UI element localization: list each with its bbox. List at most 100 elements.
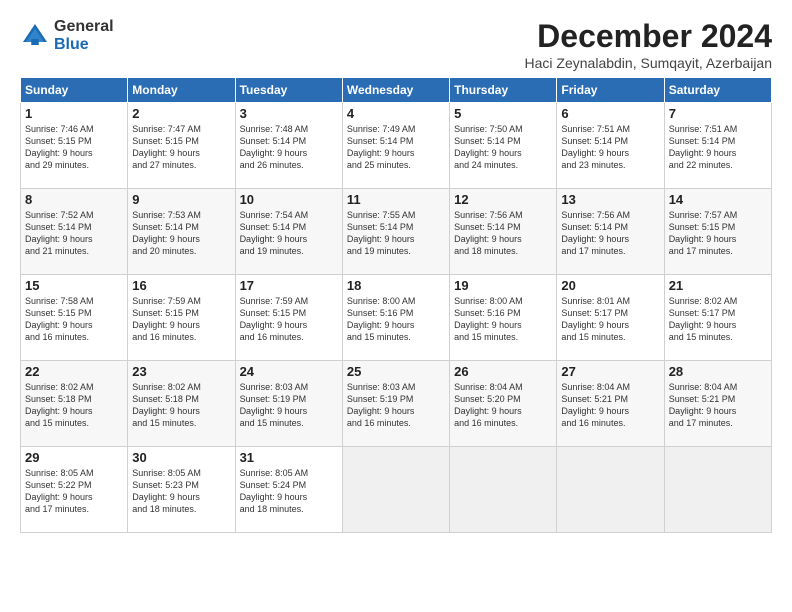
calendar-cell: 30Sunrise: 8:05 AM Sunset: 5:23 PM Dayli… — [128, 447, 235, 533]
day-info: Sunrise: 7:56 AM Sunset: 5:14 PM Dayligh… — [561, 209, 659, 258]
calendar-cell: 7 Sunrise: 7:51 AM Sunset: 5:14 PM Daylig… — [664, 103, 771, 189]
day-info: Sunrise: 8:02 AM Sunset: 5:18 PM Dayligh… — [25, 381, 123, 430]
header: General Blue December 2024 Haci Zeynalab… — [20, 18, 772, 71]
calendar-cell: 14 Sunrise: 7:57 AM Sunset: 5:15 PM Dayli… — [664, 189, 771, 275]
day-info: Sunrise: 8:00 AM Sunset: 5:16 PM Dayligh… — [347, 295, 445, 344]
day-info: Sunrise: 8:04 AM Sunset: 5:20 PM Dayligh… — [454, 381, 552, 430]
day-info: Sunrise: 7:51 AM Sunset: 5:14 PM Dayligh… — [669, 123, 767, 172]
weekday-header-sunday: Sunday — [21, 78, 128, 103]
day-info: Sunrise: 8:05 AM Sunset: 5:24 PM Dayligh… — [240, 467, 338, 516]
day-number: 31 — [240, 450, 338, 465]
weekday-header-tuesday: Tuesday — [235, 78, 342, 103]
day-info: Sunrise: 7:50 AM Sunset: 5:14 PM Dayligh… — [454, 123, 552, 172]
weekday-header-thursday: Thursday — [450, 78, 557, 103]
week-row-4: 22 Sunrise: 8:02 AM Sunset: 5:18 PM Dayli… — [21, 361, 772, 447]
day-number: 6 — [561, 106, 659, 121]
day-number: 21 — [669, 278, 767, 293]
day-info: Sunrise: 7:49 AM Sunset: 5:14 PM Dayligh… — [347, 123, 445, 172]
calendar-cell: 2 Sunrise: 7:47 AM Sunset: 5:15 PM Daylig… — [128, 103, 235, 189]
day-info: Sunrise: 7:56 AM Sunset: 5:14 PM Dayligh… — [454, 209, 552, 258]
weekday-header-wednesday: Wednesday — [342, 78, 449, 103]
logo-blue: Blue — [54, 36, 114, 54]
day-number: 18 — [347, 278, 445, 293]
day-info: Sunrise: 8:00 AM Sunset: 5:16 PM Dayligh… — [454, 295, 552, 344]
calendar-cell: 10 Sunrise: 7:54 AM Sunset: 5:14 PM Dayli… — [235, 189, 342, 275]
day-info: Sunrise: 7:54 AM Sunset: 5:14 PM Dayligh… — [240, 209, 338, 258]
day-info: Sunrise: 7:59 AM Sunset: 5:15 PM Dayligh… — [132, 295, 230, 344]
logo-text: General Blue — [54, 18, 114, 53]
day-info: Sunrise: 7:55 AM Sunset: 5:14 PM Dayligh… — [347, 209, 445, 258]
day-number: 10 — [240, 192, 338, 207]
day-info: Sunrise: 7:59 AM Sunset: 5:15 PM Dayligh… — [240, 295, 338, 344]
day-number: 3 — [240, 106, 338, 121]
day-info: Sunrise: 8:04 AM Sunset: 5:21 PM Dayligh… — [669, 381, 767, 430]
calendar-cell: 13 Sunrise: 7:56 AM Sunset: 5:14 PM Dayli… — [557, 189, 664, 275]
day-number: 20 — [561, 278, 659, 293]
day-number: 19 — [454, 278, 552, 293]
calendar-cell: 9 Sunrise: 7:53 AM Sunset: 5:14 PM Daylig… — [128, 189, 235, 275]
day-number: 29 — [25, 450, 123, 465]
calendar-cell: 12 Sunrise: 7:56 AM Sunset: 5:14 PM Dayli… — [450, 189, 557, 275]
day-number: 2 — [132, 106, 230, 121]
week-row-1: 1Sunrise: 7:46 AM Sunset: 5:15 PM Daylig… — [21, 103, 772, 189]
day-info: Sunrise: 7:51 AM Sunset: 5:14 PM Dayligh… — [561, 123, 659, 172]
calendar-cell — [664, 447, 771, 533]
calendar-cell: 21 Sunrise: 8:02 AM Sunset: 5:17 PM Dayli… — [664, 275, 771, 361]
day-info: Sunrise: 8:05 AM Sunset: 5:22 PM Dayligh… — [25, 467, 123, 516]
day-info: Sunrise: 8:02 AM Sunset: 5:17 PM Dayligh… — [669, 295, 767, 344]
weekday-header-monday: Monday — [128, 78, 235, 103]
weekday-header-row: SundayMondayTuesdayWednesdayThursdayFrid… — [21, 78, 772, 103]
day-number: 22 — [25, 364, 123, 379]
day-info: Sunrise: 7:57 AM Sunset: 5:15 PM Dayligh… — [669, 209, 767, 258]
calendar-cell — [557, 447, 664, 533]
day-info: Sunrise: 8:03 AM Sunset: 5:19 PM Dayligh… — [347, 381, 445, 430]
title-block: December 2024 Haci Zeynalabdin, Sumqayit… — [525, 18, 772, 71]
logo: General Blue — [20, 18, 114, 53]
calendar-cell: 24 Sunrise: 8:03 AM Sunset: 5:19 PM Dayli… — [235, 361, 342, 447]
calendar-cell: 6 Sunrise: 7:51 AM Sunset: 5:14 PM Daylig… — [557, 103, 664, 189]
day-number: 4 — [347, 106, 445, 121]
day-number: 24 — [240, 364, 338, 379]
day-number: 14 — [669, 192, 767, 207]
calendar-cell — [450, 447, 557, 533]
weekday-header-friday: Friday — [557, 78, 664, 103]
calendar-cell: 29 Sunrise: 8:05 AM Sunset: 5:22 PM Dayli… — [21, 447, 128, 533]
day-info: Sunrise: 8:05 AM Sunset: 5:23 PM Dayligh… — [132, 467, 230, 516]
weekday-header-saturday: Saturday — [664, 78, 771, 103]
day-info: Sunrise: 8:03 AM Sunset: 5:19 PM Dayligh… — [240, 381, 338, 430]
calendar-cell: 3Sunrise: 7:48 AM Sunset: 5:14 PM Daylig… — [235, 103, 342, 189]
calendar-cell: 1Sunrise: 7:46 AM Sunset: 5:15 PM Daylig… — [21, 103, 128, 189]
calendar-cell: 26 Sunrise: 8:04 AM Sunset: 5:20 PM Dayli… — [450, 361, 557, 447]
calendar-cell: 22 Sunrise: 8:02 AM Sunset: 5:18 PM Dayli… — [21, 361, 128, 447]
day-info: Sunrise: 7:52 AM Sunset: 5:14 PM Dayligh… — [25, 209, 123, 258]
day-info: Sunrise: 7:53 AM Sunset: 5:14 PM Dayligh… — [132, 209, 230, 258]
calendar-cell: 28 Sunrise: 8:04 AM Sunset: 5:21 PM Dayli… — [664, 361, 771, 447]
day-number: 8 — [25, 192, 123, 207]
day-number: 23 — [132, 364, 230, 379]
day-number: 15 — [25, 278, 123, 293]
day-info: Sunrise: 8:01 AM Sunset: 5:17 PM Dayligh… — [561, 295, 659, 344]
week-row-5: 29 Sunrise: 8:05 AM Sunset: 5:22 PM Dayli… — [21, 447, 772, 533]
day-number: 17 — [240, 278, 338, 293]
day-info: Sunrise: 8:02 AM Sunset: 5:18 PM Dayligh… — [132, 381, 230, 430]
calendar-cell: 23 Sunrise: 8:02 AM Sunset: 5:18 PM Dayli… — [128, 361, 235, 447]
calendar-cell: 18 Sunrise: 8:00 AM Sunset: 5:16 PM Dayli… — [342, 275, 449, 361]
calendar-cell: 16 Sunrise: 7:59 AM Sunset: 5:15 PM Dayli… — [128, 275, 235, 361]
calendar-cell: 27Sunrise: 8:04 AM Sunset: 5:21 PM Dayli… — [557, 361, 664, 447]
day-number: 28 — [669, 364, 767, 379]
day-number: 5 — [454, 106, 552, 121]
day-number: 16 — [132, 278, 230, 293]
calendar-cell — [342, 447, 449, 533]
day-number: 7 — [669, 106, 767, 121]
day-number: 11 — [347, 192, 445, 207]
logo-icon — [20, 21, 50, 51]
day-number: 26 — [454, 364, 552, 379]
day-info: Sunrise: 7:58 AM Sunset: 5:15 PM Dayligh… — [25, 295, 123, 344]
day-info: Sunrise: 7:47 AM Sunset: 5:15 PM Dayligh… — [132, 123, 230, 172]
calendar-cell: 31 Sunrise: 8:05 AM Sunset: 5:24 PM Dayli… — [235, 447, 342, 533]
day-number: 12 — [454, 192, 552, 207]
day-number: 13 — [561, 192, 659, 207]
day-number: 9 — [132, 192, 230, 207]
day-info: Sunrise: 8:04 AM Sunset: 5:21 PM Dayligh… — [561, 381, 659, 430]
day-number: 25 — [347, 364, 445, 379]
